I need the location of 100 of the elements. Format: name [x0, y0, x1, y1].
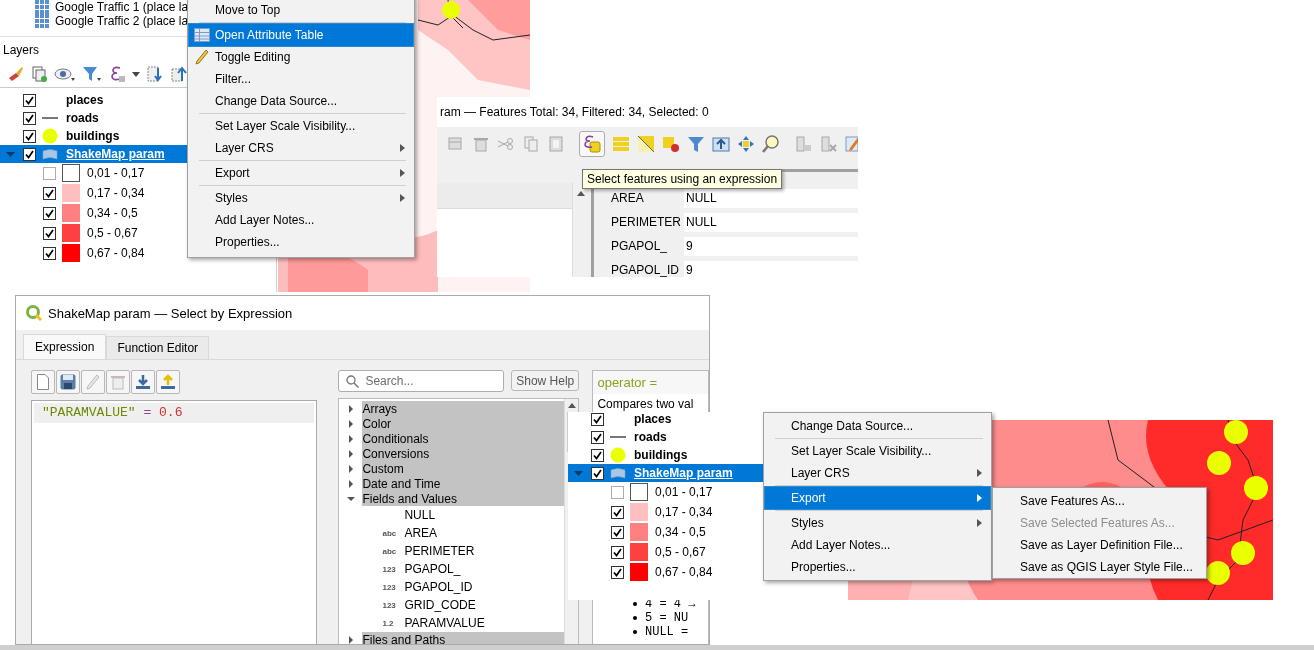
show-help-button[interactable]: Show Help — [511, 370, 580, 391]
legend-label: 0,67 - 0,84 — [87, 246, 145, 260]
expression-icon[interactable] — [108, 65, 126, 83]
field-value[interactable]: 9 — [684, 260, 858, 277]
menu-item[interactable]: Add Layer Notes... — [189, 209, 413, 231]
layer-row[interactable]: ShakeMap param — [568, 464, 763, 482]
field-item[interactable]: GRID_CODE — [404, 598, 476, 612]
field-item[interactable]: NULL — [404, 508, 436, 522]
checkbox[interactable] — [43, 166, 56, 180]
field-item[interactable]: PGAPOL_ID — [404, 580, 473, 594]
checkbox[interactable] — [611, 565, 624, 579]
caret-icon[interactable] — [132, 71, 140, 77]
field-item[interactable]: PARAMVALUE — [404, 616, 485, 630]
new-file-button[interactable] — [31, 370, 55, 394]
menu-item[interactable]: Save Features As... — [994, 490, 1205, 512]
field-value[interactable]: 9 — [684, 236, 858, 256]
function-group[interactable]: Custom — [362, 461, 565, 476]
menu-item[interactable]: Save as QGIS Layer Style File... — [994, 556, 1205, 578]
expand-icon[interactable] — [146, 65, 164, 83]
select-by-expression-button[interactable] — [579, 130, 605, 157]
menu-item[interactable]: Properties... — [189, 231, 413, 253]
zoom-icon[interactable] — [762, 134, 780, 153]
pan-icon[interactable] — [737, 134, 755, 153]
layer-row[interactable]: roads — [568, 428, 763, 446]
field-item[interactable]: PGAPOL_ — [404, 562, 461, 576]
search-field[interactable]: Search... — [338, 370, 505, 392]
field-value[interactable]: NULL — [684, 188, 858, 208]
menu-item[interactable]: Styles — [189, 187, 413, 209]
menu-item[interactable]: Add Layer Notes... — [765, 534, 990, 556]
pencil-icon[interactable] — [844, 134, 858, 153]
checkbox[interactable] — [591, 466, 604, 480]
expand-arrow-icon[interactable] — [346, 635, 355, 644]
menu-item[interactable]: Set Layer Scale Visibility... — [189, 115, 413, 137]
checkbox[interactable] — [43, 206, 56, 220]
function-group[interactable]: Files and Paths — [362, 632, 565, 644]
field-label: PERIMETER — [610, 215, 682, 229]
menu-item[interactable]: Properties... — [765, 556, 990, 578]
checkbox[interactable] — [591, 412, 604, 426]
checkbox[interactable] — [23, 147, 36, 161]
panel-title: Layers — [2, 42, 41, 59]
checkbox[interactable] — [43, 246, 56, 260]
checkbox[interactable] — [611, 485, 624, 499]
collapse-arrow-icon[interactable] — [346, 494, 355, 503]
checkbox[interactable] — [611, 545, 624, 559]
menu-item[interactable]: Toggle Editing — [189, 46, 413, 68]
pencil-icon — [86, 374, 100, 390]
function-group[interactable]: Arrays — [362, 401, 565, 416]
menu-item[interactable]: Set Layer Scale Visibility... — [765, 440, 990, 462]
menu-item[interactable]: Filter... — [189, 68, 413, 90]
arrow-up-icon[interactable] — [170, 65, 188, 83]
checkbox[interactable] — [43, 186, 56, 200]
menu-item[interactable]: Export — [189, 162, 413, 184]
checkbox[interactable] — [23, 129, 36, 143]
checkbox[interactable] — [23, 93, 36, 107]
function-group[interactable]: Fields and Values — [362, 491, 565, 506]
scroll-up-icon[interactable] — [567, 403, 576, 408]
field-item[interactable]: PERIMETER — [404, 544, 475, 558]
function-group[interactable]: Conditionals — [362, 431, 565, 446]
menu-item[interactable]: Move to Top — [189, 0, 413, 21]
checkbox[interactable] — [611, 525, 624, 539]
checkbox[interactable] — [591, 430, 604, 444]
export-button[interactable] — [156, 370, 180, 394]
table-icon — [194, 28, 210, 42]
checkbox[interactable] — [611, 505, 624, 519]
menu-item[interactable]: Export — [765, 487, 990, 509]
invert-selection-icon[interactable] — [637, 134, 655, 153]
layer-row[interactable]: buildings — [568, 446, 763, 464]
deselect-icon[interactable] — [662, 134, 680, 153]
trash-icon — [111, 374, 125, 390]
filter-icon[interactable] — [82, 65, 102, 83]
menu-item[interactable]: Change Data Source... — [189, 90, 413, 112]
layer-row[interactable]: places — [568, 412, 763, 428]
function-group[interactable]: Color — [362, 416, 565, 431]
menu-item[interactable]: Open Attribute Table — [189, 24, 413, 46]
legend-label: 0,5 - 0,67 — [87, 226, 138, 240]
tab[interactable]: Expression — [23, 334, 107, 359]
menu-item[interactable]: Styles — [765, 512, 990, 534]
new-field-icon[interactable] — [794, 134, 812, 153]
checkbox[interactable] — [23, 111, 36, 125]
filter-icon[interactable] — [687, 134, 705, 153]
scroll-up-icon[interactable] — [576, 191, 585, 196]
menu-item[interactable]: Save as Layer Definition File... — [994, 534, 1205, 556]
function-group[interactable]: Date and Time — [362, 476, 565, 491]
field-type-label: 1.2 — [382, 618, 394, 628]
field-value[interactable]: NULL — [684, 212, 858, 232]
move-top-icon[interactable] — [712, 134, 730, 153]
layers-icon[interactable] — [30, 65, 48, 83]
import-button[interactable] — [131, 370, 155, 394]
field-item[interactable]: AREA — [404, 526, 438, 540]
menu-item[interactable]: Change Data Source... — [765, 415, 990, 437]
checkbox[interactable] — [43, 226, 56, 240]
eye-icon[interactable] — [54, 65, 76, 83]
checkbox[interactable] — [591, 448, 604, 462]
upload-icon — [160, 374, 176, 390]
expression-editor[interactable]: "PARAMVALUE" = 0.6 — [31, 400, 318, 644]
tab[interactable]: Function Editor — [106, 336, 210, 359]
save-button[interactable] — [56, 370, 80, 394]
menu-item[interactable]: Layer CRS — [765, 462, 990, 484]
function-group[interactable]: Conversions — [362, 446, 565, 461]
delete-field-icon[interactable] — [819, 134, 837, 153]
